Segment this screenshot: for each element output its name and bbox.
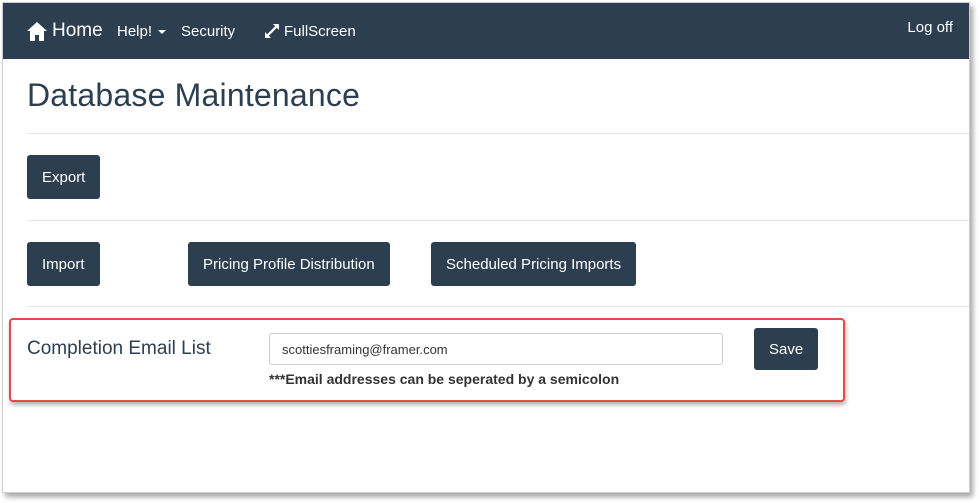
caret-down-icon (158, 30, 167, 34)
home-label: Home (52, 20, 103, 41)
page-title: Database Maintenance (27, 77, 361, 113)
completion-email-label: Completion Email List (27, 338, 211, 359)
email-hint-text: ***Email addresses can be seperated by a… (269, 371, 620, 387)
expand-arrows-icon (265, 24, 279, 38)
home-link[interactable]: Home (27, 3, 103, 59)
save-button[interactable]: Save (754, 328, 819, 370)
top-navbar: Home Help! Security FullScreen Log off (3, 3, 969, 59)
divider (27, 133, 969, 134)
pricing-profile-distribution-button[interactable]: Pricing Profile Distribution (188, 242, 390, 286)
app-window: Home Help! Security FullScreen Log off D… (2, 2, 970, 493)
security-link[interactable]: Security (181, 3, 235, 59)
security-label: Security (181, 22, 236, 40)
divider (27, 220, 969, 221)
email-list-input[interactable] (269, 333, 723, 365)
help-dropdown[interactable]: Help! (117, 3, 167, 59)
home-icon (27, 21, 47, 41)
fullscreen-label: FullScreen (284, 22, 356, 40)
logoff-link[interactable]: Log off (907, 3, 953, 55)
export-button[interactable]: Export (27, 155, 101, 199)
scheduled-pricing-imports-button[interactable]: Scheduled Pricing Imports (431, 242, 637, 286)
import-button[interactable]: Import (27, 242, 100, 286)
logoff-label: Log off (907, 18, 953, 36)
help-label: Help! (117, 22, 153, 40)
divider (27, 306, 969, 307)
fullscreen-link[interactable]: FullScreen (264, 3, 356, 59)
